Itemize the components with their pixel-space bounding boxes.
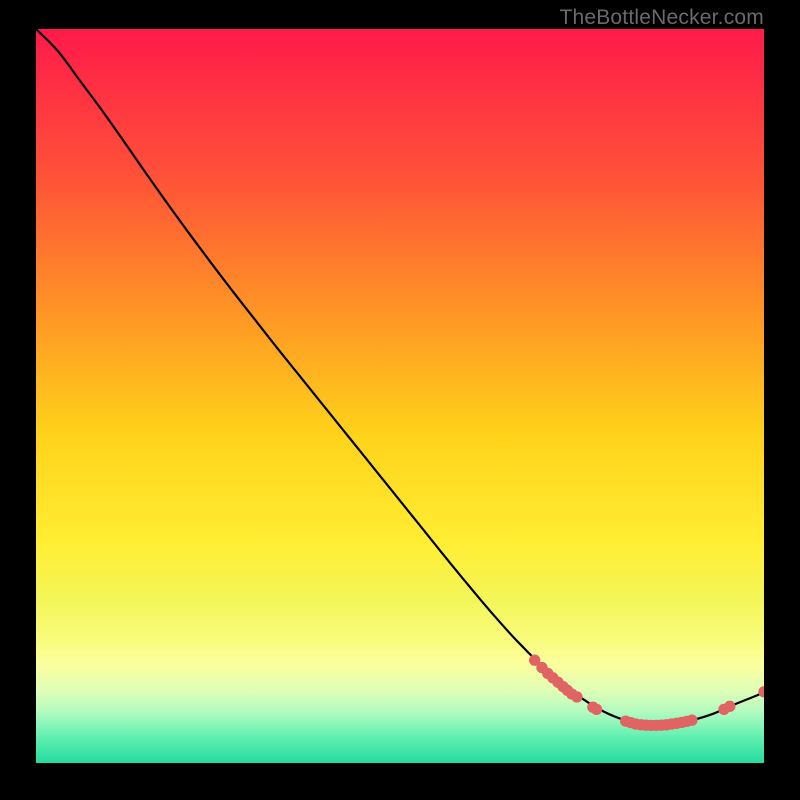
chart-svg (36, 29, 764, 763)
watermark-text: TheBottleNecker.com (559, 6, 764, 30)
chart-marker (571, 691, 582, 702)
chart-background (36, 29, 764, 763)
chart-marker (686, 715, 697, 726)
chart-marker (724, 701, 735, 712)
chart-frame: TheBottleNecker.com (0, 0, 800, 800)
chart-marker (591, 704, 602, 715)
chart-plot-area (36, 29, 764, 763)
